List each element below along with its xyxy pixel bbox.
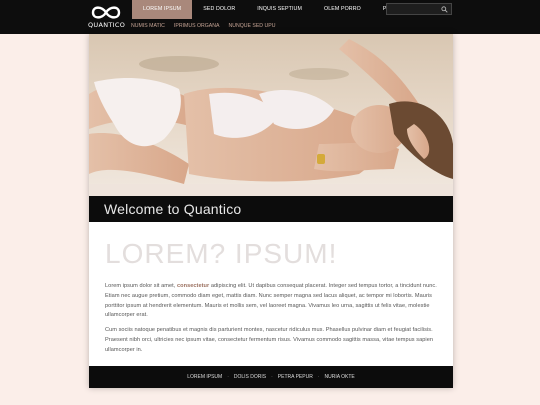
search-icon[interactable] (441, 6, 448, 13)
content-panel: Welcome to Quantico LOREM? IPSUM! Lorem … (89, 34, 453, 388)
paragraph-2: Cum sociis natoque penatibus et magnis d… (105, 327, 434, 353)
consectetur-link[interactable]: consectetur (177, 283, 209, 289)
subnav-item-iprimus-organa[interactable]: IPRIMUS ORGANA (174, 21, 220, 31)
search-input[interactable] (389, 5, 439, 14)
paragraph-1: Lorem ipsum dolor sit amet, consectetur … (105, 282, 439, 321)
hero-image (89, 34, 453, 196)
page-headline: LOREM? IPSUM! (105, 238, 338, 269)
nav-item-sed-dolor[interactable]: SED DOLOR (192, 0, 246, 19)
search-box (386, 3, 452, 15)
footer-bar: LOREM IPSUM · DOLIS DORIS · PETRA PEPUR … (89, 366, 453, 388)
footer-link-nuria-okte[interactable]: NURIA OKTE (324, 374, 354, 380)
footer-link-petra-pepur[interactable]: PETRA PEPUR (278, 374, 313, 380)
subnav-item-numis-matic[interactable]: NUMIS MATIC (131, 21, 165, 31)
footer-link-dolis-doris[interactable]: DOLIS DORIS (234, 374, 266, 380)
paragraph-1-start: Lorem ipsum dolor sit amet, (105, 283, 177, 289)
welcome-heading: Welcome to Quantico (89, 196, 453, 222)
subnav-item-nunque-sed-upu[interactable]: NUNQUE SED UPU (228, 21, 275, 31)
nav-item-inquis-septium[interactable]: INQUIS SEPTIUM (246, 0, 313, 19)
sub-nav: NUMIS MATIC IPRIMUS ORGANA NUNQUE SED UP… (131, 21, 284, 31)
nav-item-lorem-ipsum[interactable]: LOREM IPSUM (132, 0, 193, 19)
header-bar: QUANTICO LOREM IPSUM SED DOLOR INQUIS SE… (0, 0, 540, 34)
logo-text: QUANTICO (88, 21, 126, 29)
footer-separator: · (227, 374, 229, 380)
footer-link-lorem-ipsum[interactable]: LOREM IPSUM (187, 374, 222, 380)
footer-separator: · (271, 374, 273, 380)
footer-separator: · (317, 374, 320, 380)
logo[interactable]: QUANTICO (88, 4, 126, 31)
nav-item-olem-porro[interactable]: OLEM PORRO (313, 0, 372, 19)
infinity-icon (91, 6, 121, 19)
